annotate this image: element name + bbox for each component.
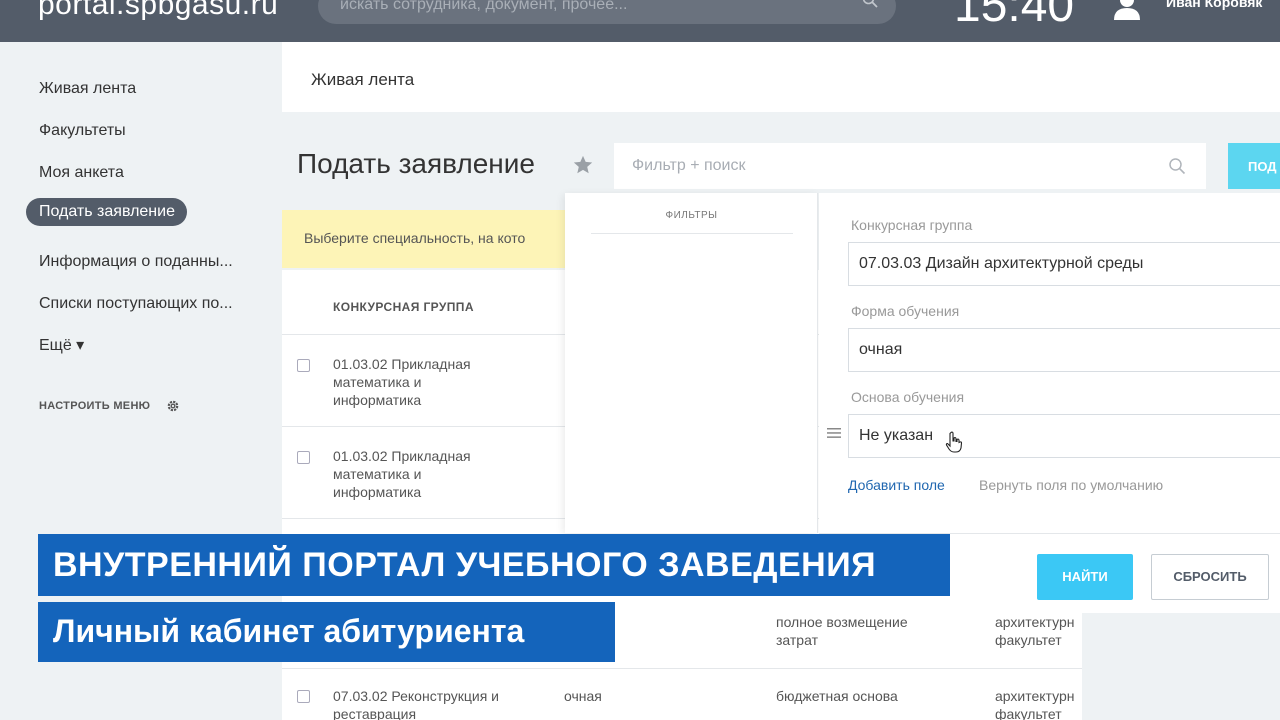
table-row[interactable]: 07.03.02 Реконструкция и реставрация очн… — [282, 668, 1082, 720]
field-input-study-form[interactable]: очная — [848, 328, 1280, 372]
filter-placeholder: Фильтр + поиск — [632, 157, 746, 174]
page-title: Подать заявление — [297, 148, 535, 179]
left-menu: Живая лента Факультеты Моя анкета Подать… — [26, 72, 276, 369]
cell-group: 07.03.02 Реконструкция и реставрация — [333, 688, 499, 720]
field-label-group: Конкурсная группа — [851, 217, 973, 233]
column-header-group[interactable]: КОНКУРСНАЯ ГРУППА — [333, 300, 474, 314]
row-checkbox[interactable] — [297, 690, 310, 703]
add-field-link[interactable]: Добавить поле — [848, 477, 945, 493]
user-avatar-icon[interactable] — [1112, 0, 1142, 20]
filters-sidebar: ФИЛЬТРЫ — [565, 193, 818, 533]
cell-group: 01.03.02 Прикладная математика и информа… — [333, 356, 471, 408]
cell-faculty: архитектурн факультет — [995, 688, 1075, 720]
notice-banner: Выберите специальность, на кото — [282, 210, 572, 268]
field-label-study-form: Форма обучения — [851, 303, 960, 319]
title-banner: ВНУТРЕННИЙ ПОРТАЛ УЧЕБНОГО ЗАВЕДЕНИЯ — [38, 534, 950, 596]
reset-fields-link[interactable]: Вернуть поля по умолчанию — [979, 477, 1163, 493]
filters-label: ФИЛЬТРЫ — [665, 210, 718, 221]
cell-group: 01.03.02 Прикладная математика и информа… — [333, 448, 471, 500]
banner-title: ВНУТРЕННИЙ ПОРТАЛ УЧЕБНОГО ЗАВЕДЕНИЯ — [53, 546, 877, 584]
field-label-study-basis: Основа обучения — [851, 389, 965, 405]
field-input-group[interactable]: 07.03.03 Дизайн архитектурной среды — [848, 242, 1280, 286]
gear-icon[interactable] — [166, 399, 180, 413]
menu-item-submitted-info[interactable]: Информация о поданны... — [26, 245, 271, 287]
search-icon[interactable] — [1168, 157, 1186, 175]
menu-item-faculties[interactable]: Факультеты — [26, 114, 271, 156]
field-input-study-basis[interactable]: Не указан — [848, 414, 1280, 458]
feed-header: Живая лента — [282, 42, 1280, 112]
menu-item-submit-application[interactable]: Подать заявление — [26, 198, 187, 226]
row-checkbox[interactable] — [297, 359, 310, 372]
drag-handle-icon[interactable] — [827, 427, 841, 439]
subtitle-banner: Личный кабинет абитуриента — [38, 602, 615, 662]
top-bar: portal.spbgasu.ru искать сотрудника, док… — [0, 0, 1280, 42]
star-icon[interactable] — [572, 154, 594, 176]
hand-cursor-icon — [945, 431, 963, 453]
menu-item-applicant-lists[interactable]: Списки поступающих по... — [26, 287, 271, 329]
user-name[interactable]: Иван Коровяк — [1166, 0, 1262, 10]
global-search-input[interactable]: искать сотрудника, документ, прочее... — [318, 0, 896, 24]
feed-title: Живая лента — [311, 70, 415, 89]
banner-subtitle: Личный кабинет абитуриента — [53, 613, 525, 649]
filter-search-input[interactable]: Фильтр + поиск — [614, 143, 1206, 189]
configure-menu-button[interactable]: НАСТРОИТЬ МЕНЮ — [39, 400, 150, 412]
clock[interactable]: 15:40 — [954, 0, 1074, 33]
row-checkbox[interactable] — [297, 451, 310, 464]
notice-text: Выберите специальность, на кото — [304, 230, 526, 246]
find-button[interactable]: НАЙТИ — [1037, 554, 1133, 600]
divider — [591, 233, 793, 234]
menu-more[interactable]: Ещё ▾ — [26, 329, 276, 369]
global-search-placeholder: искать сотрудника, документ, прочее... — [340, 0, 628, 13]
cell-form: очная — [564, 688, 602, 704]
portal-logo[interactable]: portal.spbgasu.ru — [38, 0, 278, 22]
menu-item-my-profile[interactable]: Моя анкета — [26, 156, 271, 198]
cell-basis: бюджетная основа — [776, 688, 898, 704]
submit-button[interactable]: ПОД — [1228, 143, 1280, 189]
menu-item-live-feed[interactable]: Живая лента — [26, 72, 271, 114]
reset-button[interactable]: СБРОСИТЬ — [1151, 554, 1269, 600]
cell-basis: полное возмещение затрат — [776, 614, 908, 648]
cell-faculty: архитектурн факультет — [995, 614, 1075, 648]
search-icon[interactable] — [862, 0, 878, 8]
